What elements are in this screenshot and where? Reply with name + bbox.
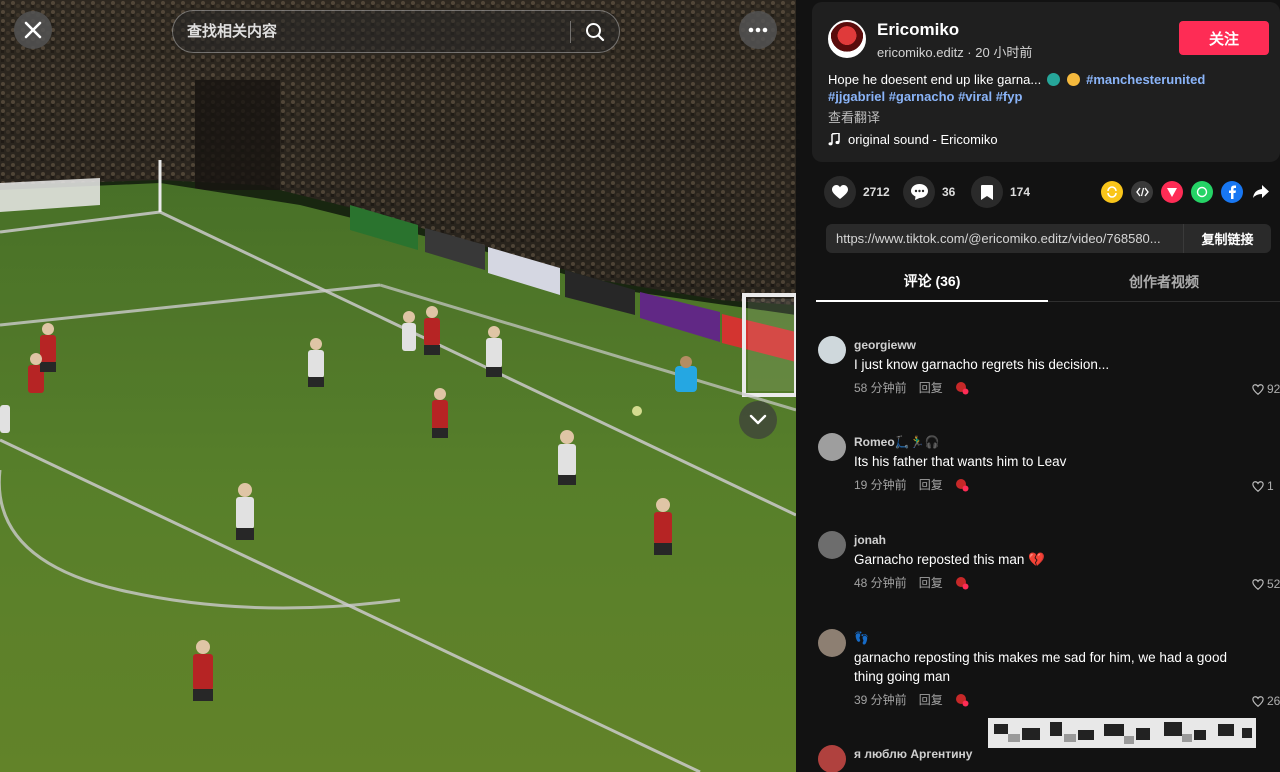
hashtag[interactable]: #viral (958, 89, 992, 104)
send-to-friend-icon[interactable] (1161, 181, 1183, 203)
comment-time: 39 分钟前 (854, 693, 907, 707)
action-bar: 2712 36 174 (796, 176, 1280, 210)
comment-meta: 19 分钟前 回复 (854, 476, 969, 493)
pixelated-overlay (988, 718, 1256, 748)
heart-icon (832, 184, 848, 199)
video-frame (0, 0, 796, 772)
hashtag[interactable]: #manchesterunited (1086, 72, 1205, 87)
comment-text: Garnacho reposted this man 💔 (854, 552, 1045, 567)
heart-outline-icon (1252, 480, 1264, 492)
tab-bar: 评论 (36) 创作者视频 (816, 262, 1280, 302)
comment-like-count: 26 (1267, 694, 1280, 708)
save-button[interactable]: 174 (971, 176, 1030, 208)
comment-time: 58 分钟前 (854, 381, 907, 395)
comment-time: 19 分钟前 (854, 478, 907, 492)
comment-like-button[interactable]: 1 (1252, 479, 1274, 493)
whatsapp-icon[interactable] (1191, 181, 1213, 203)
comment-username[interactable]: Romeo🛴🏃‍♂️🎧 (854, 435, 940, 449)
avatar[interactable] (818, 531, 846, 559)
like-circle (824, 176, 856, 208)
chevron-down-icon (749, 414, 767, 425)
sound-name: original sound - Ericomiko (848, 132, 998, 147)
comment-username[interactable]: jonah (854, 533, 886, 547)
comment-username[interactable]: georgieww (854, 338, 916, 352)
search-input[interactable] (173, 23, 570, 40)
comment-count: 36 (942, 185, 956, 199)
more-icon (748, 27, 768, 33)
reply-button[interactable]: 回复 (919, 476, 943, 493)
see-translation-link[interactable]: 查看翻译 (828, 107, 880, 126)
heart-outline-icon (1252, 383, 1264, 395)
heart-outline-icon (1252, 695, 1264, 707)
close-icon (24, 21, 42, 39)
reply-button[interactable]: 回复 (919, 691, 943, 708)
comment-meta: 48 分钟前 回复 (854, 574, 969, 591)
comment-username[interactable]: я люблю Аргентину (854, 747, 972, 761)
heart-outline-icon (1252, 578, 1264, 590)
video-description: Hope he doesent end up like garna... #ma… (828, 71, 1248, 105)
save-circle (971, 176, 1003, 208)
comment-like-count: 1 (1267, 479, 1274, 493)
bookmark-icon (981, 184, 993, 200)
tab-creator-videos[interactable]: 创作者视频 (1048, 262, 1280, 302)
comment-username[interactable]: 👣 (854, 631, 869, 645)
comment-meta: 58 分钟前 回复 (854, 379, 969, 396)
search-button[interactable] (571, 11, 619, 52)
creator-liked-icon (955, 576, 969, 589)
tab-comments[interactable]: 评论 (36) (816, 262, 1048, 302)
creator-liked-icon (955, 381, 969, 394)
creator-liked-icon (955, 478, 969, 491)
side-panel: Ericomiko ericomiko.editz · 20 小时前 关注 Ho… (796, 0, 1280, 772)
facebook-icon[interactable] (1221, 181, 1243, 203)
sound-link[interactable]: original sound - Ericomiko (828, 132, 998, 147)
search-icon (586, 22, 605, 41)
comment-meta: 39 分钟前 回复 (854, 691, 969, 708)
repost-icon[interactable] (1101, 181, 1123, 203)
description-text: Hope he doesent end up like garna... (828, 72, 1042, 87)
comment-time: 48 分钟前 (854, 576, 907, 590)
follow-button[interactable]: 关注 (1179, 21, 1269, 55)
author-handle-time[interactable]: ericomiko.editz · 20 小时前 (877, 42, 1032, 61)
comment-like-button[interactable]: 92 (1252, 382, 1280, 396)
share-arrow-icon[interactable] (1250, 181, 1272, 203)
comment-text: Its his father that wants him to Leav (854, 454, 1067, 469)
author-avatar[interactable] (828, 20, 866, 58)
search-bar (172, 10, 620, 53)
next-video-button[interactable] (739, 401, 777, 439)
like-count: 2712 (863, 185, 890, 199)
embed-icon[interactable] (1131, 181, 1153, 203)
comment-text: garnacho reposting this makes me sad for… (854, 650, 1227, 684)
avatar[interactable] (818, 629, 846, 657)
like-button[interactable]: 2712 (824, 176, 890, 208)
video-link-row: https://www.tiktok.com/@ericomiko.editz/… (826, 224, 1271, 253)
comment-like-count: 52 (1267, 577, 1280, 591)
comment-text: I just know garnacho regrets his decisio… (854, 357, 1110, 372)
author-card: Ericomiko ericomiko.editz · 20 小时前 关注 Ho… (812, 2, 1280, 162)
hashtag[interactable]: #fyp (996, 89, 1023, 104)
flushed-emoji-icon (1067, 73, 1081, 86)
copy-link-button[interactable]: 复制链接 (1183, 224, 1271, 253)
video-link[interactable]: https://www.tiktok.com/@ericomiko.editz/… (826, 231, 1183, 246)
author-name[interactable]: Ericomiko (877, 20, 959, 40)
avatar[interactable] (818, 745, 846, 772)
comment-like-count: 92 (1267, 382, 1280, 396)
cyclone-emoji-icon (1046, 73, 1060, 86)
music-note-icon (828, 133, 840, 146)
reply-button[interactable]: 回复 (919, 574, 943, 591)
avatar[interactable] (818, 433, 846, 461)
save-count: 174 (1010, 185, 1031, 199)
creator-liked-icon (955, 693, 969, 706)
hashtag[interactable]: #jjgabriel (828, 89, 885, 104)
video-player[interactable] (0, 0, 796, 772)
comment-icon (910, 184, 928, 200)
hashtag[interactable]: #garnacho (889, 89, 955, 104)
close-button[interactable] (14, 11, 52, 49)
reply-button[interactable]: 回复 (919, 379, 943, 396)
comment-button[interactable]: 36 (903, 176, 955, 208)
avatar[interactable] (818, 336, 846, 364)
comment-like-button[interactable]: 26 (1252, 694, 1280, 708)
more-options-button[interactable] (739, 11, 777, 49)
comment-like-button[interactable]: 52 (1252, 577, 1280, 591)
comment-circle (903, 176, 935, 208)
